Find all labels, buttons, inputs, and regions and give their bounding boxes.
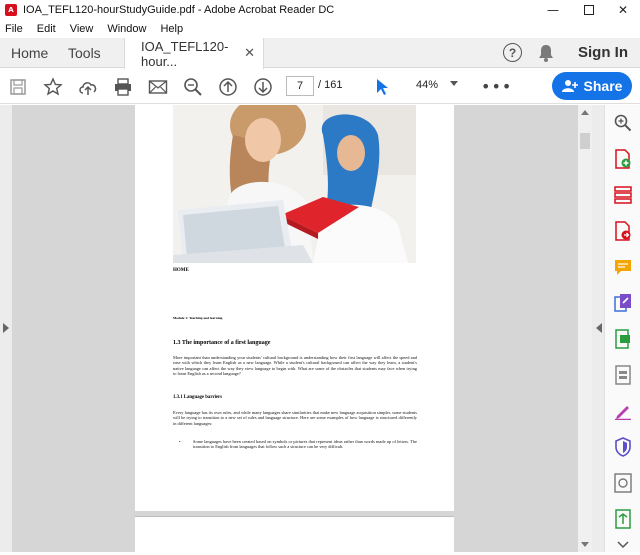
bullet-mark: • — [179, 439, 181, 444]
menu-view[interactable]: View — [70, 23, 94, 35]
page-paragraph-1: More important than understanding your s… — [173, 355, 417, 376]
page-subheading: 1.3.1 Language barriers — [173, 395, 223, 400]
tab-document[interactable]: IOA_TEFL120-hour... ✕ — [124, 38, 264, 69]
page-module-label: Module 1: Teaching and learning — [173, 316, 223, 320]
menu-file[interactable]: File — [5, 23, 23, 35]
comment-icon[interactable] — [613, 257, 633, 277]
share-button[interactable]: Share — [552, 72, 632, 100]
previous-page-icon[interactable] — [216, 75, 240, 99]
create-pdf-icon[interactable] — [613, 149, 633, 169]
title-bar: A IOA_TEFL120-hourStudyGuide.pdf - Adobe… — [0, 0, 640, 20]
notification-bell-icon[interactable] — [537, 43, 555, 63]
upload-cloud-icon[interactable] — [76, 75, 100, 99]
bullet-text: Some languages have been created based o… — [193, 439, 417, 450]
tools-pane — [604, 105, 640, 552]
menu-window[interactable]: Window — [107, 23, 146, 35]
more-tools-pane-icon[interactable] — [613, 473, 633, 493]
page-photo-students-laptop — [173, 105, 416, 263]
pdf-next-page — [135, 516, 454, 552]
fill-sign-icon[interactable] — [613, 329, 633, 349]
zoom-dropdown-chevron-icon[interactable] — [450, 81, 458, 86]
page-bullet-item: • Some languages have been created based… — [179, 439, 417, 450]
tab-bar: Home Tools IOA_TEFL120-hour... ✕ ? Sign … — [0, 38, 640, 69]
scroll-up-icon[interactable] — [581, 110, 589, 115]
left-panel-toggle[interactable] — [0, 105, 12, 552]
zoom-level-input[interactable]: 44% — [416, 79, 438, 91]
organize-pages-icon[interactable] — [613, 185, 633, 205]
menu-edit[interactable]: Edit — [37, 23, 56, 35]
save-icon[interactable] — [6, 75, 30, 99]
zoom-search-icon[interactable] — [181, 75, 205, 99]
page-number-input[interactable]: 7 — [286, 76, 314, 96]
bookmark-star-icon[interactable] — [41, 75, 65, 99]
scroll-thumb[interactable] — [580, 133, 590, 149]
convert-icon[interactable] — [613, 509, 633, 529]
add-user-icon — [561, 80, 578, 92]
menu-bar: File Edit View Window Help — [0, 20, 640, 38]
share-button-label: Share — [583, 78, 623, 94]
tab-home[interactable]: Home — [11, 38, 48, 68]
next-page-icon[interactable] — [251, 75, 275, 99]
right-panel-toggle[interactable] — [592, 105, 604, 552]
search-zoom-icon[interactable] — [613, 113, 633, 133]
page-home-label: HOME — [173, 268, 189, 273]
window-title: IOA_TEFL120-hourStudyGuide.pdf - Adobe A… — [23, 4, 335, 16]
compress-icon[interactable] — [613, 365, 633, 385]
edit-pdf-icon[interactable] — [613, 293, 633, 313]
menu-help[interactable]: Help — [160, 23, 183, 35]
page-heading: 1.3 The importance of a first language — [173, 340, 271, 346]
close-window-icon[interactable]: ✕ — [600, 0, 640, 20]
request-signature-icon[interactable] — [613, 401, 633, 421]
select-cursor-icon[interactable] — [370, 75, 394, 99]
page-paragraph-2: Every language has its own rules, and wh… — [173, 410, 417, 426]
acrobat-app-icon: A — [5, 4, 17, 16]
vertical-scrollbar[interactable] — [578, 105, 592, 552]
page-total: / 161 — [318, 79, 343, 91]
protect-shield-icon[interactable] — [613, 437, 633, 457]
pane-scroll-down-icon[interactable] — [613, 535, 633, 555]
more-tools-icon[interactable]: ••• — [481, 77, 512, 96]
print-icon[interactable] — [111, 75, 135, 99]
email-icon[interactable] — [146, 75, 170, 99]
close-tab-icon[interactable]: ✕ — [244, 46, 255, 61]
sign-in-button[interactable]: Sign In — [578, 44, 628, 61]
help-icon[interactable]: ? — [503, 43, 522, 62]
tab-tools[interactable]: Tools — [68, 38, 101, 68]
collapse-right-panel-icon[interactable] — [596, 323, 602, 333]
export-pdf-icon[interactable] — [613, 221, 633, 241]
expand-left-panel-icon[interactable] — [3, 323, 9, 333]
scroll-down-icon[interactable] — [581, 542, 589, 547]
pdf-page: HOME Module 1: Teaching and learning 1.3… — [135, 105, 454, 511]
